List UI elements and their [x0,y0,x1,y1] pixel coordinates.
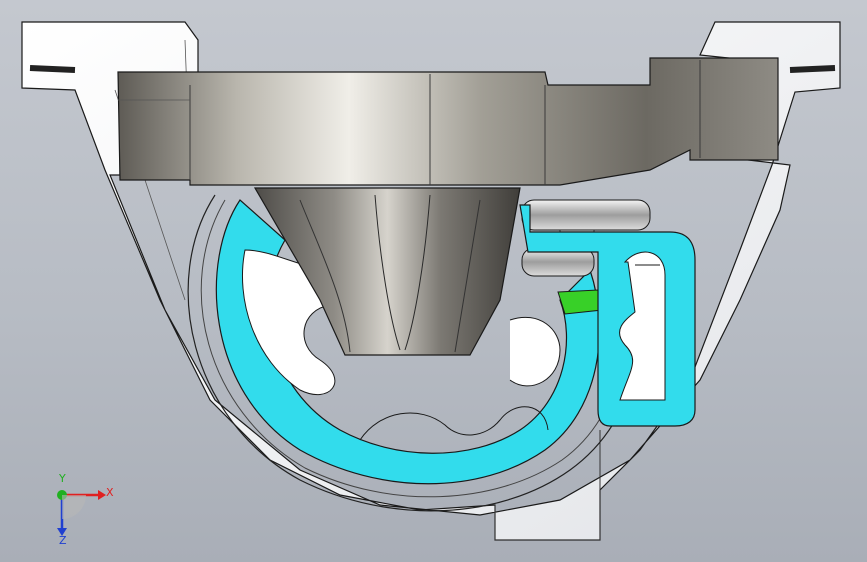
z-axis-label: Z [59,534,67,547]
upper-arm[interactable] [117,57,779,186]
graphics-viewport[interactable]: X Y Z [0,0,867,562]
y-axis-label: Y [59,472,66,485]
nut[interactable] [557,289,603,315]
triad-graphic [57,490,106,536]
x-axis-head [98,490,106,500]
triad-plane [62,495,86,519]
axis-triad: X Y Z [40,472,130,548]
x-axis-label: X [106,486,114,499]
retaining-clip[interactable] [519,204,696,427]
model-view[interactable] [0,0,867,562]
